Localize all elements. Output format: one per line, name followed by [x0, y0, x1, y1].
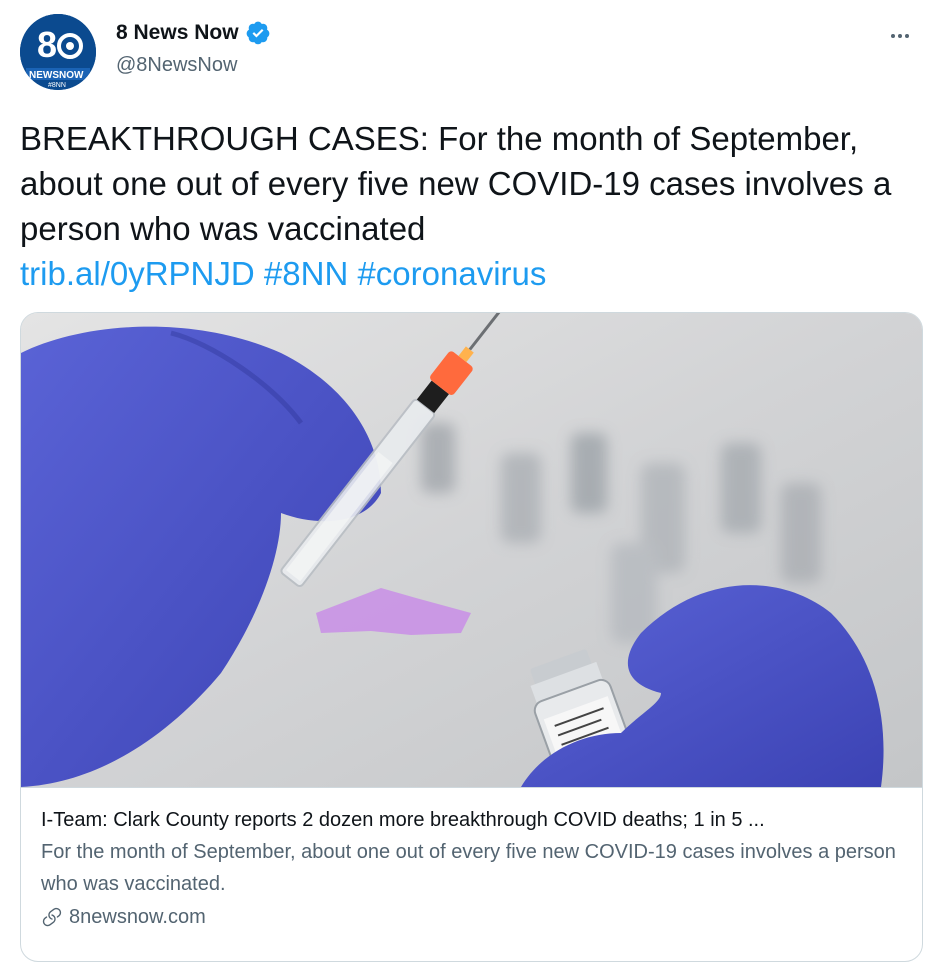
svg-text:8: 8 — [37, 24, 57, 65]
svg-text:#8NN: #8NN — [48, 82, 66, 89]
hashtag-coronavirus[interactable]: #coronavirus — [357, 255, 546, 292]
link-preview-card[interactable]: I-Team: Clark County reports 2 dozen mor… — [20, 312, 923, 962]
tweet-link[interactable]: trib.al/0yRPNJD — [20, 255, 255, 292]
handle[interactable]: @8NewsNow — [116, 54, 237, 77]
tweet-header: 8 NEWSNOW #8NN 8 News Now @8NewsNow — [20, 14, 916, 94]
8newsnow-logo-icon: 8 NEWSNOW #8NN — [20, 14, 96, 90]
tweet-text: BREAKTHROUGH CASES: For the month of Sep… — [20, 116, 920, 296]
link-icon — [42, 907, 62, 927]
vaccine-photo — [21, 313, 922, 787]
display-name[interactable]: 8 News Now — [116, 21, 239, 45]
card-domain[interactable]: 8newsnow.com — [41, 902, 902, 932]
tweet-body-text: BREAKTHROUGH CASES: For the month of Sep… — [20, 120, 892, 247]
card-body[interactable]: I-Team: Clark County reports 2 dozen mor… — [21, 787, 922, 961]
svg-text:NEWSNOW: NEWSNOW — [29, 70, 84, 81]
card-description: For the month of September, about one ou… — [41, 841, 896, 895]
name-row: 8 News Now — [116, 20, 271, 46]
avatar[interactable]: 8 NEWSNOW #8NN — [20, 14, 96, 90]
hashtag-8nn[interactable]: #8NN — [264, 255, 348, 292]
verified-badge-icon — [246, 21, 269, 45]
card-image[interactable] — [21, 313, 922, 787]
more-options-button[interactable] — [884, 20, 916, 52]
card-title[interactable]: I-Team: Clark County reports 2 dozen mor… — [41, 806, 902, 834]
more-horizontal-icon — [891, 34, 909, 38]
card-domain-text: 8newsnow.com — [69, 906, 206, 928]
